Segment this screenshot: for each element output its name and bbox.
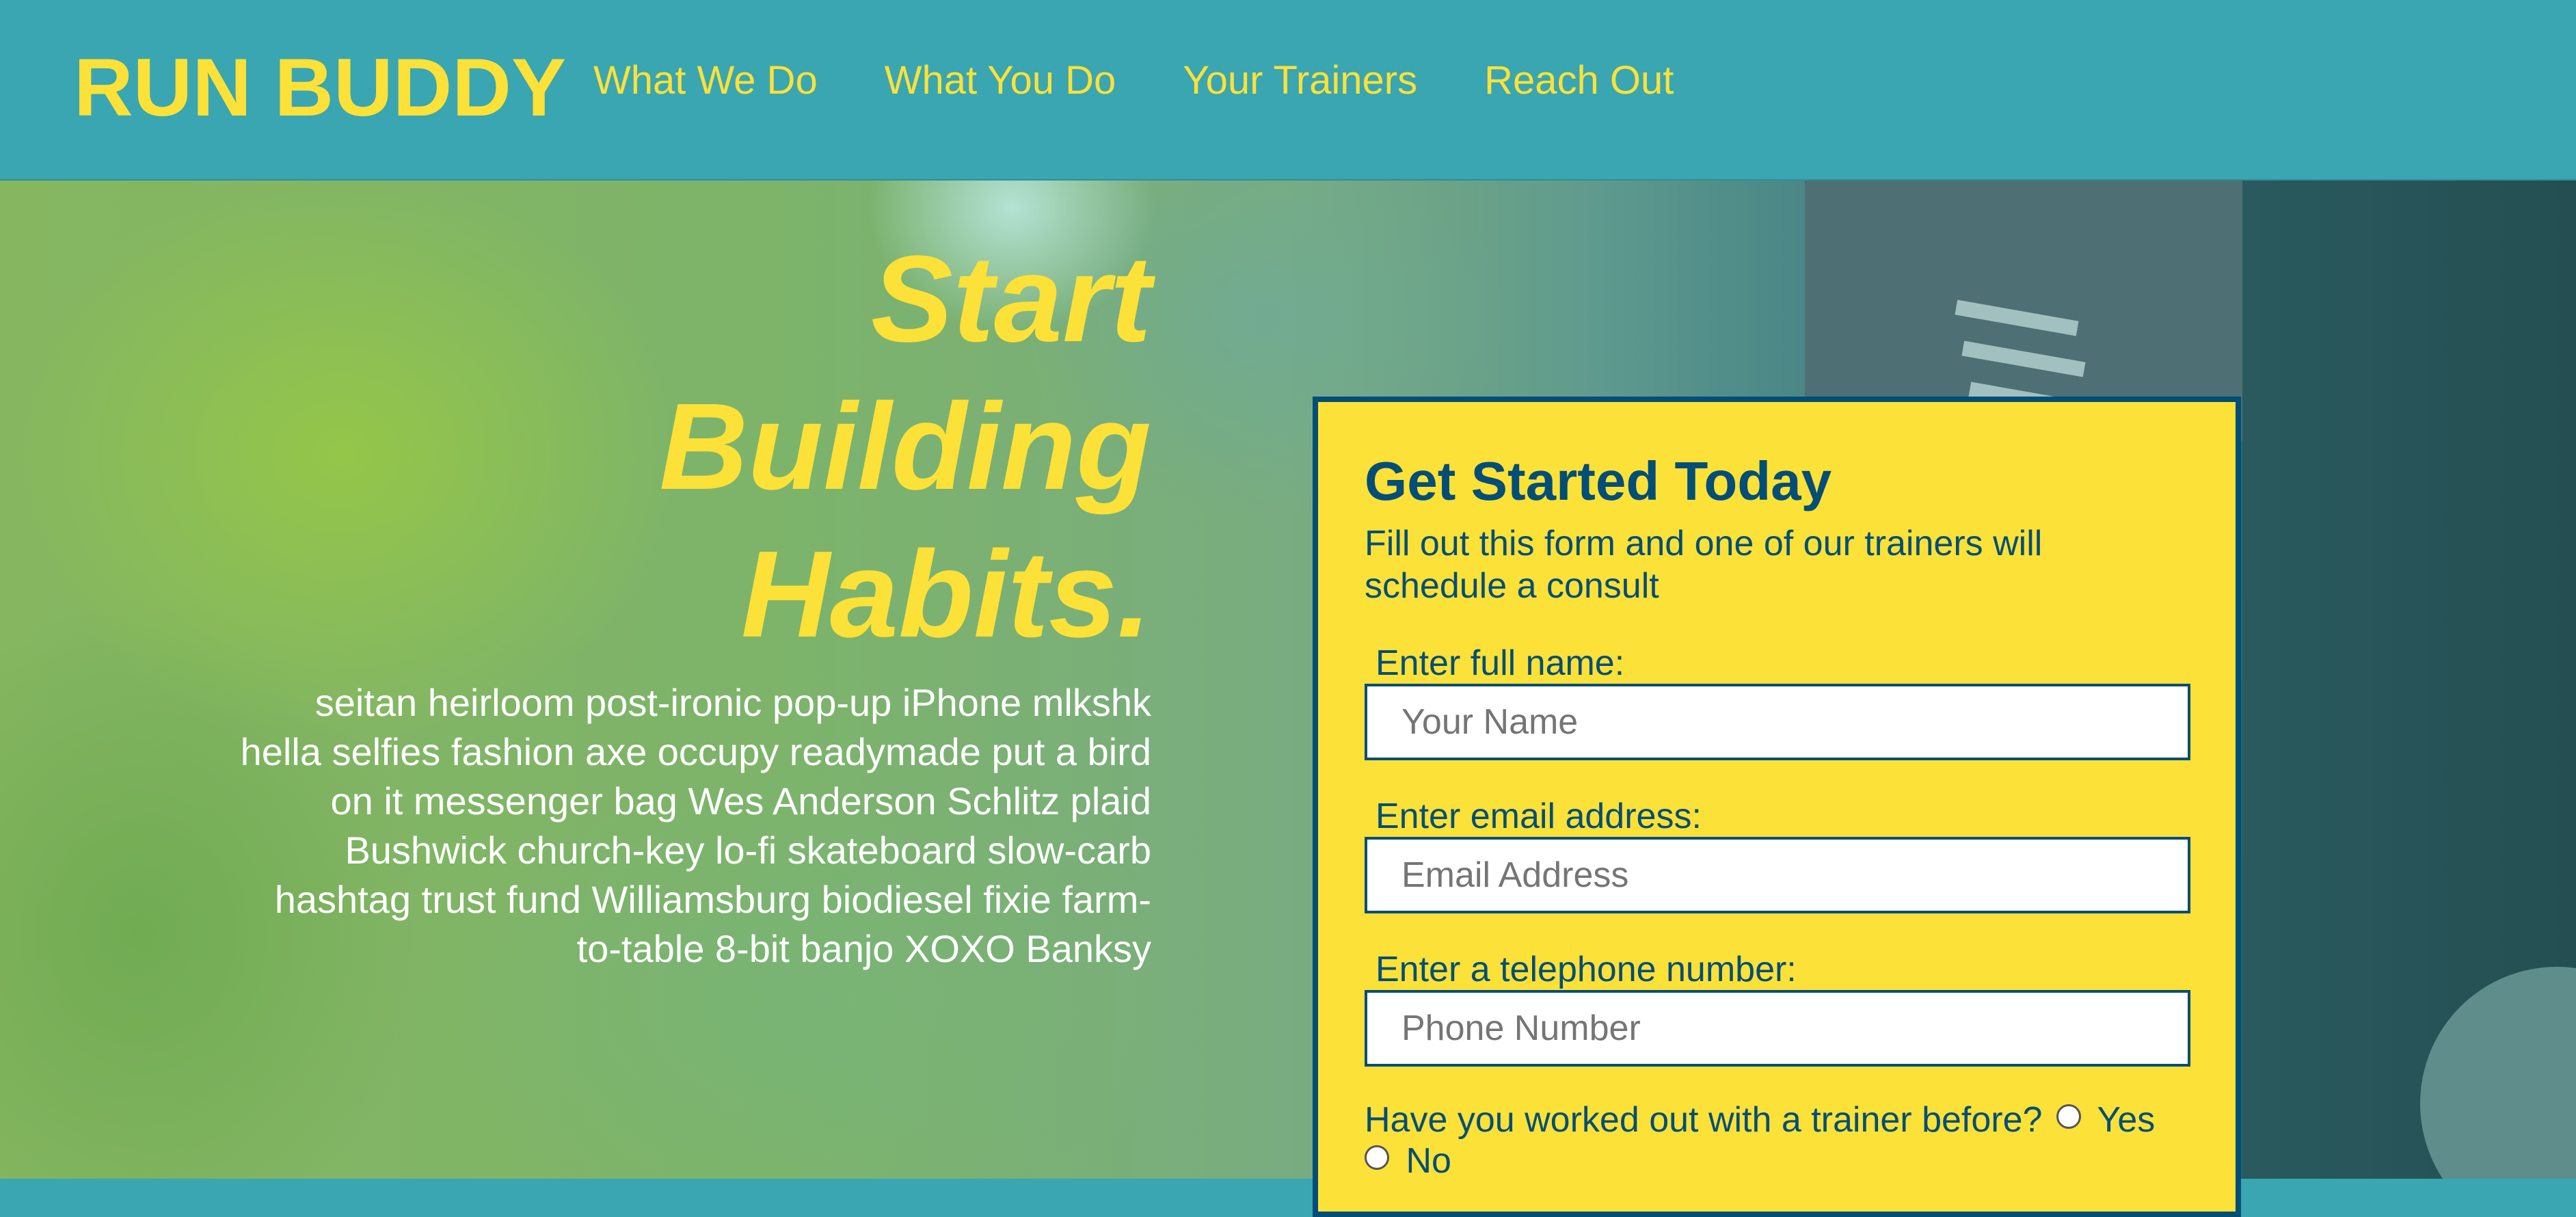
nav-link-reach-out[interactable]: Reach Out [1484, 55, 1674, 107]
trainer-no-label: No [1406, 1141, 1451, 1181]
nav-link-what-you-do[interactable]: What You Do [885, 55, 1116, 107]
get-started-form: Get Started Today Fill out this form and… [1313, 397, 2241, 1217]
hero-title-line-1: Start [870, 230, 1151, 368]
hero-title-line-2: Building [659, 378, 1151, 516]
nav-link-what-we-do[interactable]: What We Do [593, 55, 818, 107]
email-label: Enter email address: [1376, 797, 1702, 836]
phone-label: Enter a telephone number: [1376, 950, 1797, 989]
hero-title-line-3: Habits. [740, 526, 1151, 663]
trainer-yes-label: Yes [2097, 1100, 2156, 1140]
form-subtitle: Fill out this form and one of our traine… [1365, 524, 2043, 606]
name-label: Enter full name: [1376, 643, 1625, 683]
hero-text: Start Building Habits. seitan heirloom p… [235, 226, 1151, 974]
trainer-yes-radio[interactable] [2056, 1104, 2081, 1129]
form-title: Get Started Today [1365, 451, 1832, 511]
phone-input[interactable] [1365, 990, 2190, 1067]
name-input[interactable] [1365, 684, 2190, 760]
hero-body-text: seitan heirloom post-ironic pop-up iPhon… [240, 681, 1151, 970]
trainer-question-label: Have you worked out with a trainer befor… [1365, 1100, 2043, 1140]
email-input[interactable] [1365, 837, 2190, 913]
trainer-question-row: Have you worked out with a trainer befor… [1365, 1099, 2189, 1181]
main-nav: What We Do What You Do Your Trainers Rea… [593, 55, 1674, 107]
site-header: RUN BUDDY What We Do What You Do Your Tr… [0, 0, 2576, 180]
nav-link-your-trainers[interactable]: Your Trainers [1183, 55, 1417, 107]
site-logo[interactable]: RUN BUDDY [74, 40, 566, 135]
trainer-no-radio[interactable] [1365, 1145, 1389, 1170]
